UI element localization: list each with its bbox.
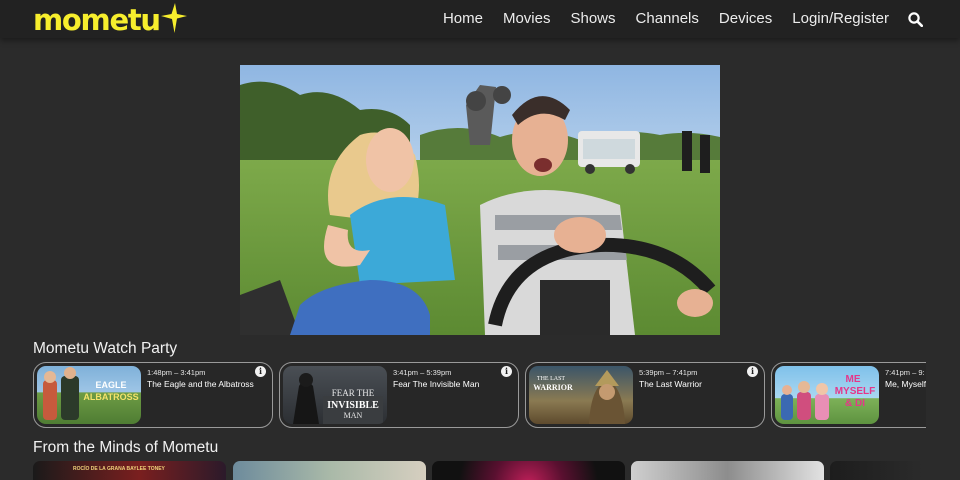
info-icon[interactable]: i <box>255 366 266 377</box>
card-title: Fear The Invisible Man <box>393 379 480 389</box>
logo-star-icon <box>160 3 187 33</box>
nav-home[interactable]: Home <box>443 0 483 38</box>
nav-devices[interactable]: Devices <box>719 0 772 38</box>
nav-shows[interactable]: Shows <box>570 0 615 38</box>
main-nav: Home Movies Shows Channels Devices Login… <box>443 0 924 38</box>
watch-party-card[interactable]: FEAR THE INVISIBLE MAN 3:41pm – 5:39pm F… <box>279 362 519 428</box>
svg-text:& DI: & DI <box>845 398 865 409</box>
title-thumbnail[interactable] <box>432 461 625 480</box>
featured-video-frame <box>240 65 720 335</box>
card-time: 5:39pm – 7:41pm <box>639 368 698 377</box>
card-title: The Last Warrior <box>639 379 702 389</box>
title-thumbnail[interactable] <box>233 461 426 480</box>
card-title: The Eagle and the Albatross <box>147 379 254 389</box>
featured-video-player[interactable] <box>240 65 720 335</box>
info-icon[interactable]: i <box>747 366 758 377</box>
mometu-logo[interactable]: mometu <box>33 2 187 38</box>
watch-party-card[interactable]: ME MYSELF & DI 7:41pm – 9: Me, Myself <box>771 362 926 428</box>
row-title-watch-party: Mometu Watch Party <box>33 340 178 357</box>
info-icon[interactable]: i <box>501 366 512 377</box>
card-time: 1:48pm – 3:41pm <box>147 368 206 377</box>
nav-movies[interactable]: Movies <box>503 0 551 38</box>
svg-text:MAN: MAN <box>344 411 363 420</box>
svg-text:WARRIOR: WARRIOR <box>533 383 573 392</box>
svg-text:EAGLE: EAGLE <box>95 380 126 390</box>
thumbnail-eagle-and-albatross: EAGLE ALBATROSS <box>37 366 141 424</box>
thumbnail-me-myself-and-di: ME MYSELF & DI <box>775 366 879 424</box>
watch-party-carousel: EAGLE ALBATROSS 1:48pm – 3:41pm The Eagl… <box>33 362 926 430</box>
thumbnail-the-last-warrior: THE LAST WARRIOR <box>529 366 633 424</box>
title-thumbnail[interactable] <box>631 461 824 480</box>
title-thumbnail[interactable]: ROCÍO DE LA GRANA BAYLEE TONEY <box>33 461 226 480</box>
svg-text:MYSELF: MYSELF <box>835 386 876 397</box>
watch-party-card[interactable]: EAGLE ALBATROSS 1:48pm – 3:41pm The Eagl… <box>33 362 273 428</box>
card-time: 7:41pm – 9: <box>885 368 925 377</box>
row-title-from-the-minds: From the Minds of Mometu <box>33 439 219 456</box>
nav-channels[interactable]: Channels <box>636 0 699 38</box>
svg-text:THE LAST: THE LAST <box>537 376 565 382</box>
top-nav-bar: mometu Home Movies Shows Channels Device… <box>0 0 960 38</box>
svg-text:ME: ME <box>846 374 861 385</box>
nav-login-register[interactable]: Login/Register <box>792 0 889 38</box>
watch-party-card[interactable]: THE LAST WARRIOR 5:39pm – 7:41pm The Las… <box>525 362 765 428</box>
thumbnail-fear-the-invisible-man: FEAR THE INVISIBLE MAN <box>283 366 387 424</box>
card-title: Me, Myself <box>885 379 926 389</box>
card-time: 3:41pm – 5:39pm <box>393 368 452 377</box>
title-thumbnail[interactable] <box>830 461 926 480</box>
svg-text:FEAR THE: FEAR THE <box>332 388 375 398</box>
search-icon[interactable] <box>908 11 924 27</box>
svg-text:INVISIBLE: INVISIBLE <box>327 400 379 411</box>
svg-text:ALBATROSS: ALBATROSS <box>83 392 138 402</box>
from-the-minds-carousel: ROCÍO DE LA GRANA BAYLEE TONEY <box>33 461 926 480</box>
thumbnail-credit: ROCÍO DE LA GRANA BAYLEE TONEY <box>73 464 166 472</box>
logo-wordmark: mometu <box>33 3 161 37</box>
